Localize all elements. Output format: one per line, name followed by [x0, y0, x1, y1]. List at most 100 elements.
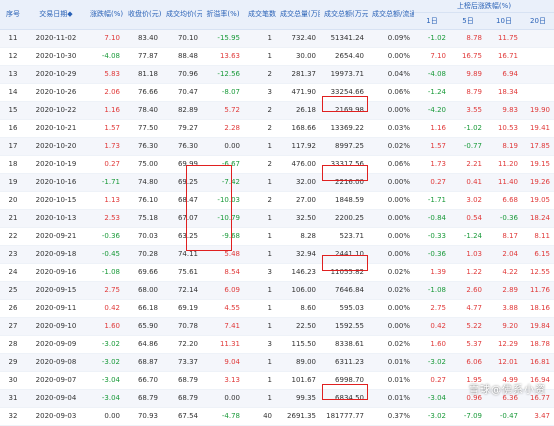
table-cell: 32.00: [276, 173, 320, 192]
table-cell: 0.27: [86, 155, 124, 174]
table-cell: 0.01%: [368, 353, 414, 372]
table-row[interactable]: 20 2020-10-15 1.13 76.10 68.47 -10.03 2 27.00 18…: [0, 191, 554, 210]
table-row[interactable]: 23 2020-09-18 -0.45 70.28 74.11 5.48 1 32.94 244…: [0, 245, 554, 264]
header-20d[interactable]: 20日: [522, 12, 554, 30]
table-cell: 0.00%: [368, 191, 414, 210]
table-cell: 6998.70: [320, 371, 368, 390]
header-amount[interactable]: 成交总额(万元): [320, 0, 368, 30]
table-row[interactable]: 21 2020-10-13 2.53 75.18 67.07 -10.79 1 32.50 22…: [0, 209, 554, 228]
table-cell: -3.04: [86, 389, 124, 408]
table-row[interactable]: 17 2020-10-20 1.73 76.30 76.30 0.00 1 117.92 899…: [0, 137, 554, 156]
table-cell: 0.27: [414, 371, 450, 390]
table-cell: 0.09%: [368, 29, 414, 48]
table-cell: 2020-09-04: [26, 389, 86, 408]
table-cell: 19: [0, 173, 26, 192]
table-cell: 74.11: [162, 245, 202, 264]
table-cell: 0.41: [450, 173, 486, 192]
table-row[interactable]: 13 2020-10-29 5.83 81.18 70.96 -12.56 2 281.37 1…: [0, 65, 554, 84]
table-cell: 2020-10-20: [26, 137, 86, 156]
table-cell: 73.37: [162, 353, 202, 372]
header-volume[interactable]: 成交总量(万股): [276, 0, 320, 30]
table-cell: 281.37: [276, 65, 320, 84]
table-cell: 0.00: [202, 389, 244, 408]
table-cell: -4.08: [414, 65, 450, 84]
table-row[interactable]: 19 2020-10-16 -1.71 74.80 69.25 -7.42 1 32.00 22…: [0, 173, 554, 192]
table-cell: 28: [0, 335, 26, 354]
table-cell: 6311.23: [320, 353, 368, 372]
table-cell: 11.20: [486, 155, 522, 174]
table-cell: 19.15: [522, 155, 554, 174]
table-cell: 12: [0, 47, 26, 66]
table-cell: -3.02: [414, 353, 450, 372]
table-cell: -1.71: [86, 173, 124, 192]
table-cell: 595.03: [320, 299, 368, 318]
table-cell: 17: [0, 137, 26, 156]
table-cell: 1: [244, 389, 276, 408]
header-close[interactable]: 收盘价(元): [124, 0, 162, 30]
table-cell: 2216.00: [320, 173, 368, 192]
table-row[interactable]: 15 2020-10-22 1.16 78.40 82.89 5.72 2 26.18 2169…: [0, 101, 554, 120]
table-cell: 4.22: [486, 263, 522, 282]
header-ratio[interactable]: 成交总额/流通市值: [368, 0, 414, 30]
header-1d[interactable]: 1日: [414, 12, 450, 30]
table-cell: 106.00: [276, 281, 320, 300]
table-cell: 0.00%: [368, 47, 414, 66]
table-row[interactable]: 32 2020-09-03 0.00 70.93 67.54 -4.78 40 2691.35…: [0, 407, 554, 426]
table-cell: 10.53: [486, 119, 522, 138]
table-cell: -7.09: [450, 407, 486, 426]
table-cell: 1: [244, 371, 276, 390]
table-row[interactable]: 11 2020-11-02 7.10 83.40 70.10 -15.95 1 732.40 5…: [0, 29, 554, 48]
table-cell: -4.78: [202, 407, 244, 426]
table-cell: -1.02: [414, 29, 450, 48]
header-premium[interactable]: 折溢率(%): [202, 0, 244, 30]
table-row[interactable]: 16 2020-10-21 1.57 77.50 79.27 2.28 2 168.66 133…: [0, 119, 554, 138]
table-row[interactable]: 24 2020-09-16 -1.08 69.66 75.61 8.54 3 146.23 11…: [0, 263, 554, 282]
table-row[interactable]: 14 2020-10-26 2.06 76.66 70.47 -8.07 3 471.90 33…: [0, 83, 554, 102]
table-cell: 2020-10-30: [26, 47, 86, 66]
table-row[interactable]: 12 2020-10-30 -4.08 77.87 88.48 13.63 1 30.00 26…: [0, 47, 554, 66]
table-cell: 8.17: [486, 227, 522, 246]
table-cell: 1.60: [86, 317, 124, 336]
table-cell: [522, 65, 554, 84]
table-cell: 3: [244, 83, 276, 102]
table-cell: 68.87: [124, 353, 162, 372]
table-cell: 5.72: [202, 101, 244, 120]
table-cell: 0.42: [86, 299, 124, 318]
table-row[interactable]: 29 2020-09-08 -3.02 68.87 73.37 9.04 1 89.00 631…: [0, 353, 554, 372]
header-5d[interactable]: 5日: [450, 12, 486, 30]
header-trades[interactable]: 成交笔数: [244, 0, 276, 30]
table-cell: 12.55: [522, 263, 554, 282]
table-cell: 1: [244, 173, 276, 192]
table-cell: 2.28: [202, 119, 244, 138]
table-cell: 6.94: [486, 65, 522, 84]
table-cell: -0.36: [414, 245, 450, 264]
table-cell: 7.10: [86, 29, 124, 48]
table-cell: 19.84: [522, 317, 554, 336]
table-cell: 30.00: [276, 47, 320, 66]
table-cell: 1.39: [414, 263, 450, 282]
table-row[interactable]: 22 2020-09-21 -0.36 70.03 63.25 -9.68 1 8.28 523…: [0, 227, 554, 246]
table-cell: 40: [244, 407, 276, 426]
table-cell: 70.28: [124, 245, 162, 264]
table-cell: 3.13: [202, 371, 244, 390]
header-date[interactable]: 交易日期◆: [26, 0, 86, 30]
table-cell: 6.68: [486, 191, 522, 210]
header-avg[interactable]: 成交均价(元): [162, 0, 202, 30]
table-cell: 69.66: [124, 263, 162, 282]
table-cell: 0.54: [450, 209, 486, 228]
table-cell: 13: [0, 65, 26, 84]
table-cell: 0.03%: [368, 119, 414, 138]
table-cell: 7.41: [202, 317, 244, 336]
table-row[interactable]: 18 2020-10-19 0.27 75.00 69.99 -6.67 2 476.00 33…: [0, 155, 554, 174]
table-cell: 13.63: [202, 47, 244, 66]
table-row[interactable]: 28 2020-09-09 -3.02 64.86 72.20 11.31 3 115.50 8…: [0, 335, 554, 354]
table-row[interactable]: 26 2020-09-11 0.42 66.18 69.19 4.55 1 8.60 595.0…: [0, 299, 554, 318]
header-change[interactable]: 涨跌幅(%): [86, 0, 124, 30]
table-row[interactable]: 25 2020-09-15 2.75 68.00 72.14 6.09 1 106.00 764…: [0, 281, 554, 300]
table-cell: 67.07: [162, 209, 202, 228]
header-10d[interactable]: 10日: [486, 12, 522, 30]
sort-icon[interactable]: ◆: [67, 10, 72, 18]
table-cell: 0.06%: [368, 83, 414, 102]
table-row[interactable]: 27 2020-09-10 1.60 65.90 70.78 7.41 1 22.50 1592…: [0, 317, 554, 336]
table-cell: 2020-10-13: [26, 209, 86, 228]
